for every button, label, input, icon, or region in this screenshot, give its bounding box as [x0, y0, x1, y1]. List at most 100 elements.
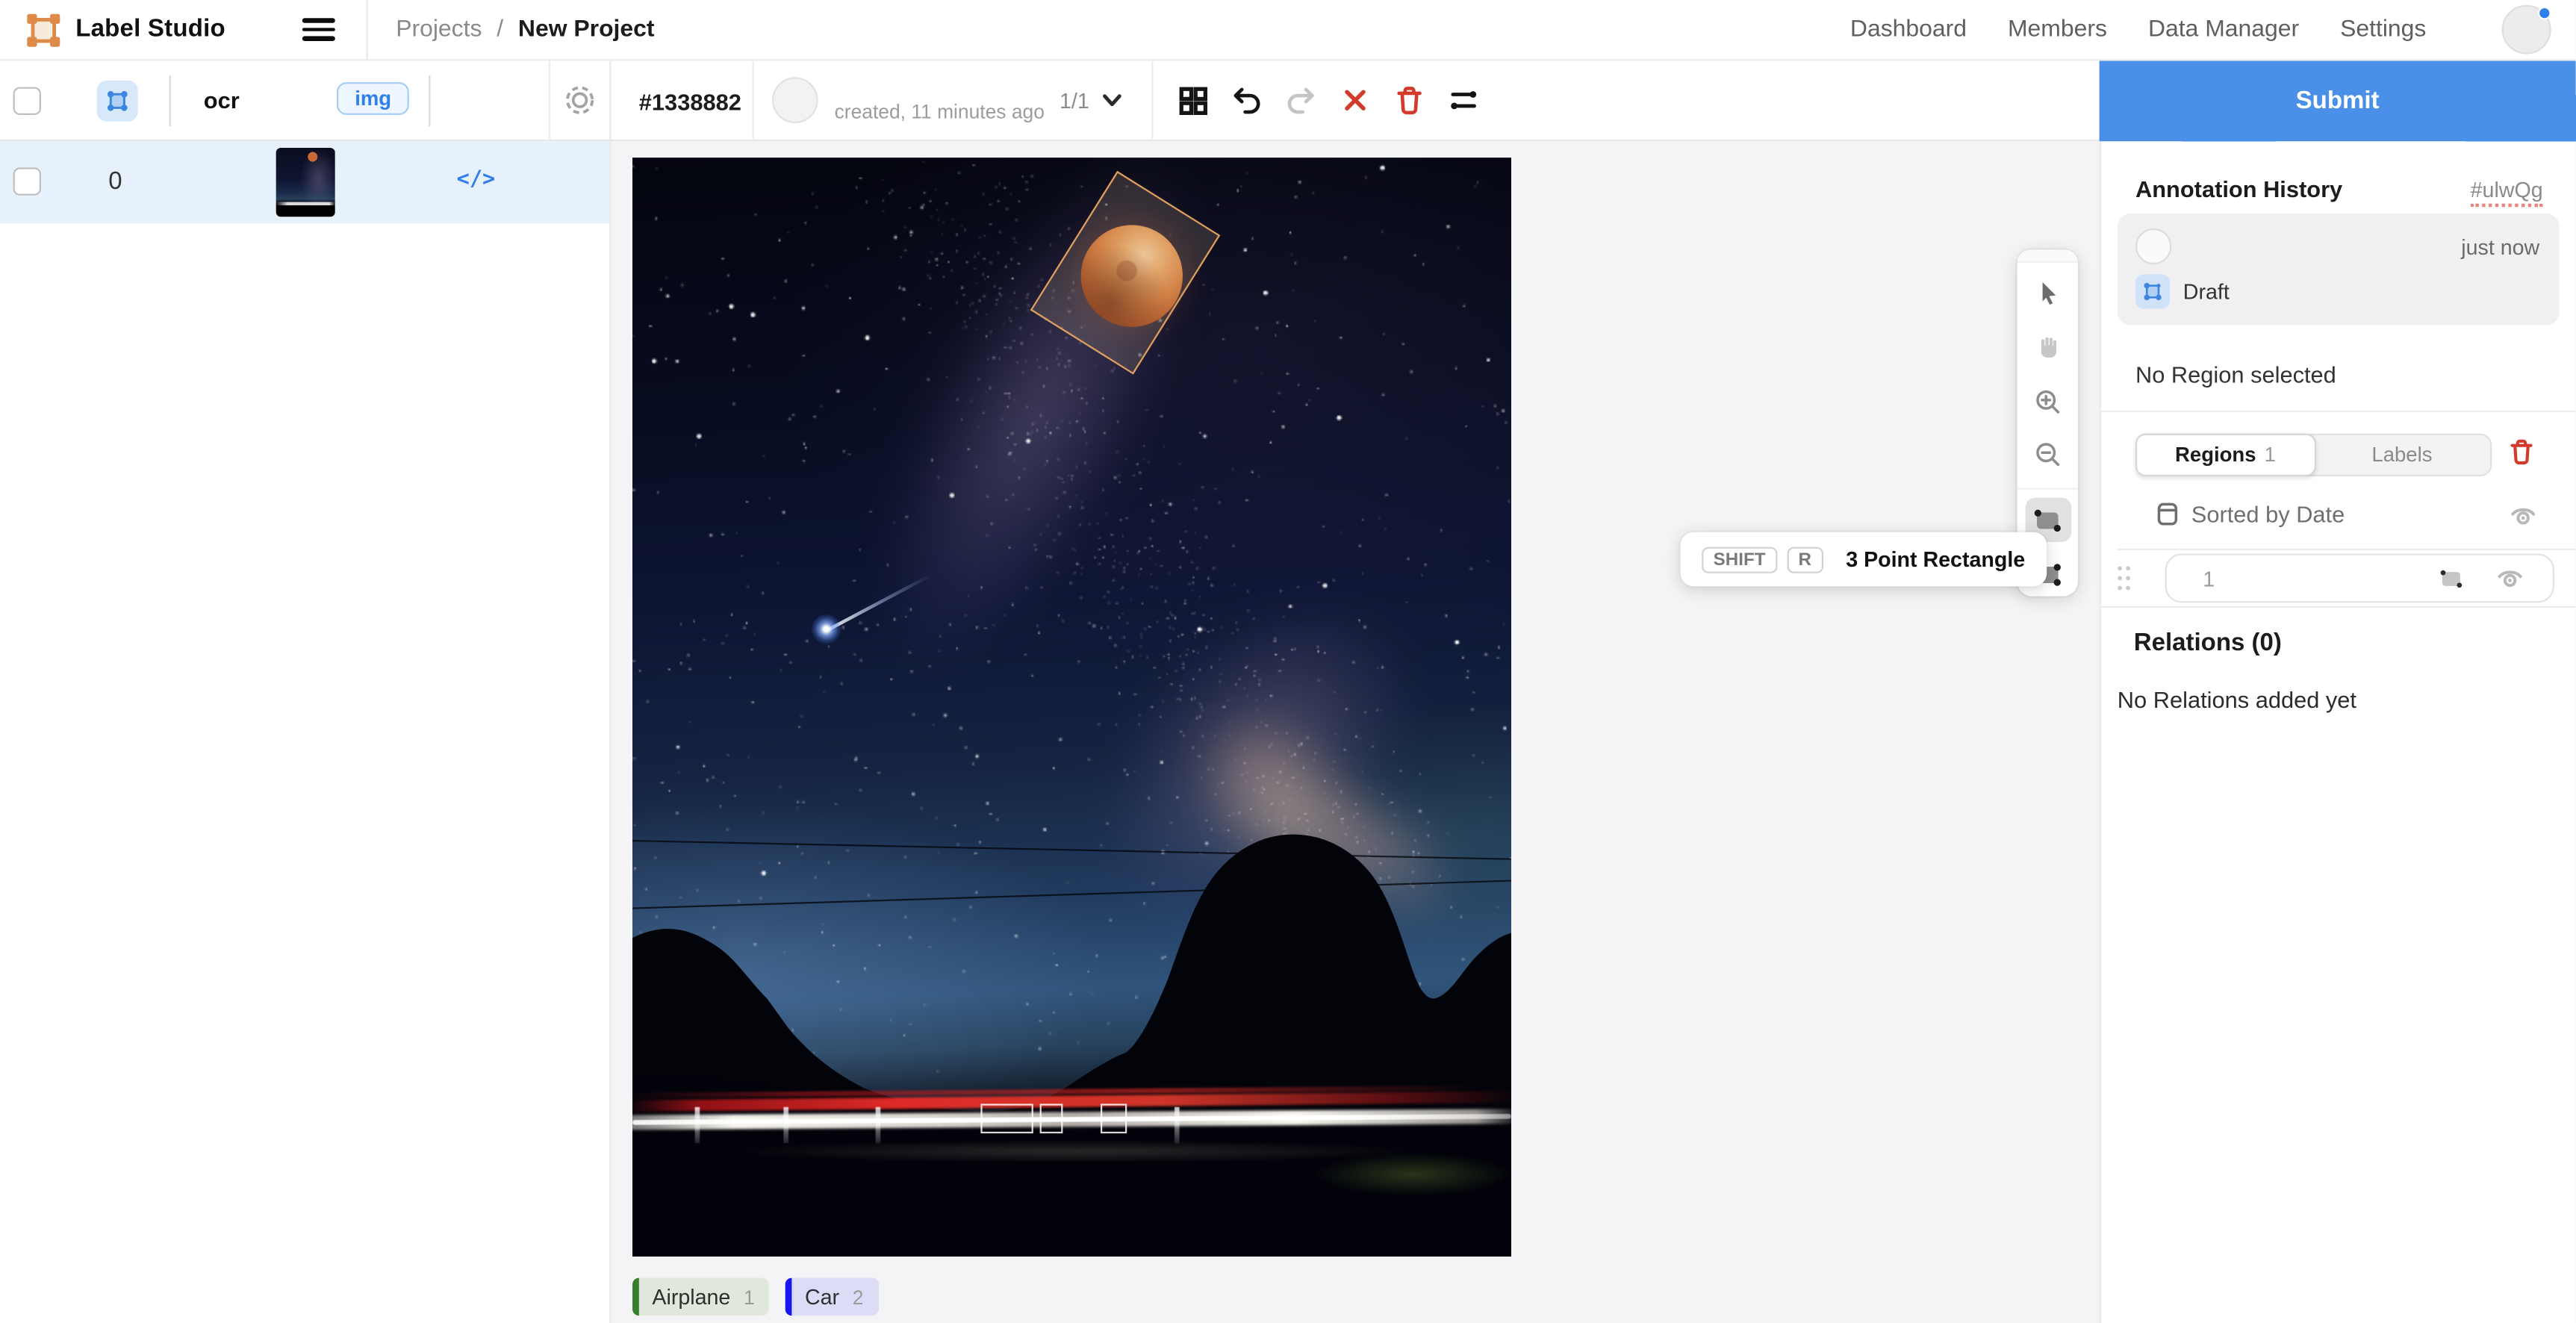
sort-by-label: Sorted by Date [2191, 501, 2345, 527]
region-item-id: 1 [2203, 566, 2215, 591]
zoom-in-icon [2034, 387, 2062, 414]
palette-drag-handle[interactable] [2017, 249, 2078, 262]
delete-regions-trash-icon[interactable] [2507, 437, 2536, 467]
guardrail-frame2 [1040, 1103, 1063, 1133]
nav-link-settings[interactable]: Settings [2340, 16, 2426, 43]
label-chip-car[interactable]: Car 2 [785, 1278, 879, 1316]
task-actions [1173, 81, 1484, 120]
region-rectangle-icon [2436, 564, 2466, 594]
history-avatar [2135, 228, 2171, 264]
notification-dot [2538, 7, 2551, 20]
task-id: #1338882 [639, 89, 741, 115]
zoom-in-tool-button[interactable] [2025, 379, 2071, 424]
nav-links: Dashboard Members Data Manager Settings [1850, 16, 2426, 43]
annotation-image-canvas[interactable] [632, 158, 1511, 1257]
guardrail-post [695, 1107, 700, 1143]
hotkey-r: R [1787, 547, 1823, 573]
header-divider2 [429, 75, 430, 126]
no-region-text: No Region selected [2135, 361, 2336, 387]
task-created-text: created, 11 minutes ago [835, 100, 1045, 123]
rectangle-2point-icon [2032, 504, 2063, 535]
task-list-sidebar: 0 </> [0, 141, 611, 1323]
bounding-box-icon [105, 89, 130, 113]
annotation-workspace: Airplane 1 Car 2 [611, 141, 2099, 1323]
top-navigation: Label Studio Projects / New Project Dash… [0, 0, 2576, 60]
brand-name: Label Studio [75, 15, 225, 43]
label-name: Car [805, 1284, 839, 1309]
label-chip-airplane[interactable]: Airplane 1 [632, 1278, 769, 1316]
nav-link-members[interactable]: Members [2008, 16, 2107, 43]
guardrail-post [876, 1107, 880, 1143]
tab-regions-count: 1 [2265, 443, 2276, 467]
reject-icon[interactable] [1336, 81, 1375, 120]
label-name: Airplane [652, 1284, 730, 1309]
label-hotkey: 2 [853, 1286, 864, 1309]
region-item-box[interactable]: 1 [2165, 553, 2554, 603]
zoom-out-icon [2034, 441, 2062, 468]
tab-labels-label: Labels [2371, 443, 2432, 467]
annotation-view-toggle-button[interactable] [97, 81, 138, 122]
sort-date-icon [2155, 501, 2180, 527]
hand-icon [2035, 334, 2061, 361]
nav-divider [367, 0, 368, 59]
nav-link-dashboard[interactable]: Dashboard [1850, 16, 1967, 43]
chevron-down-icon[interactable] [1098, 85, 1127, 115]
redo-icon[interactable] [1281, 81, 1321, 120]
label-color-stripe [785, 1278, 792, 1316]
label-studio-logo-icon [26, 13, 60, 48]
region-list-item[interactable]: 1 [2101, 550, 2576, 606]
task-toolbar: #1338882 created, 11 minutes ago 1/1 [611, 60, 2099, 141]
toggle-all-visibility-eye-icon[interactable] [2508, 501, 2538, 531]
palette-divider [2017, 488, 2078, 489]
app-window: Label Studio Projects / New Project Dash… [0, 0, 2576, 1323]
menu-hamburger-icon[interactable] [302, 18, 335, 41]
move-tool-button[interactable] [2025, 271, 2071, 317]
submit-button[interactable]: Submit [2100, 60, 2576, 141]
task-row-checkbox[interactable] [13, 167, 41, 195]
user-avatar[interactable] [2502, 5, 2551, 55]
delete-task-trash-icon[interactable] [1390, 81, 1429, 120]
tab-regions[interactable]: Regions 1 [2135, 434, 2315, 476]
zoom-out-tool-button[interactable] [2025, 432, 2071, 478]
grid-view-icon[interactable] [1173, 81, 1213, 120]
annotation-pager: 1/1 [1060, 89, 1089, 113]
img-tag-badge[interactable]: img [337, 82, 409, 115]
annotation-id-link[interactable]: #ulwQg [2471, 178, 2543, 208]
task-row-thumbnail[interactable] [276, 148, 335, 217]
header-divider [169, 75, 171, 126]
relations-title: Relations (0) [2134, 629, 2282, 657]
tooltip-label: 3 Point Rectangle [1846, 547, 2025, 572]
swap-compare-icon[interactable] [1444, 81, 1484, 120]
column-ocr-label: ocr [204, 87, 240, 113]
label-color-stripe [632, 1278, 639, 1316]
tab-regions-label: Regions [2175, 443, 2256, 467]
task-row-selected[interactable]: 0 </> [0, 141, 609, 223]
breadcrumb-separator: / [497, 16, 503, 43]
breadcrumb: Projects / New Project [396, 16, 654, 43]
region-visibility-eye-icon[interactable] [2495, 564, 2525, 594]
hotkey-shift: SHIFT [1702, 547, 1777, 573]
select-all-checkbox[interactable] [13, 87, 41, 115]
history-time: just now [2461, 235, 2539, 260]
code-icon[interactable]: </> [457, 167, 496, 192]
task-divider2 [1151, 60, 1153, 141]
draft-bbox-icon [2135, 274, 2170, 308]
task-divider [753, 60, 754, 141]
undo-icon[interactable] [1227, 81, 1266, 120]
drag-handle-icon[interactable] [2116, 564, 2132, 594]
nav-link-data-manager[interactable]: Data Manager [2148, 16, 2299, 43]
task-author-avatar [772, 77, 818, 123]
history-item-draft[interactable]: just now Draft [2118, 214, 2560, 326]
task-row-id: 0 [108, 167, 122, 195]
gear-icon[interactable] [561, 82, 597, 118]
breadcrumb-projects[interactable]: Projects [396, 16, 482, 43]
guardrail-post [1175, 1107, 1179, 1143]
pan-tool-button[interactable] [2025, 325, 2071, 370]
grass-patch [1314, 1153, 1511, 1195]
details-panel: Annotation History #ulwQg just now Draft… [2100, 141, 2576, 1323]
toolbar-row: ocr img #1338882 created, 11 minutes ago… [0, 60, 2576, 141]
relations-divider [2101, 606, 2576, 608]
sort-by-selector[interactable]: Sorted by Date [2155, 501, 2345, 527]
guardrail-frame [980, 1103, 1033, 1133]
tab-labels[interactable]: Labels [2314, 435, 2491, 475]
